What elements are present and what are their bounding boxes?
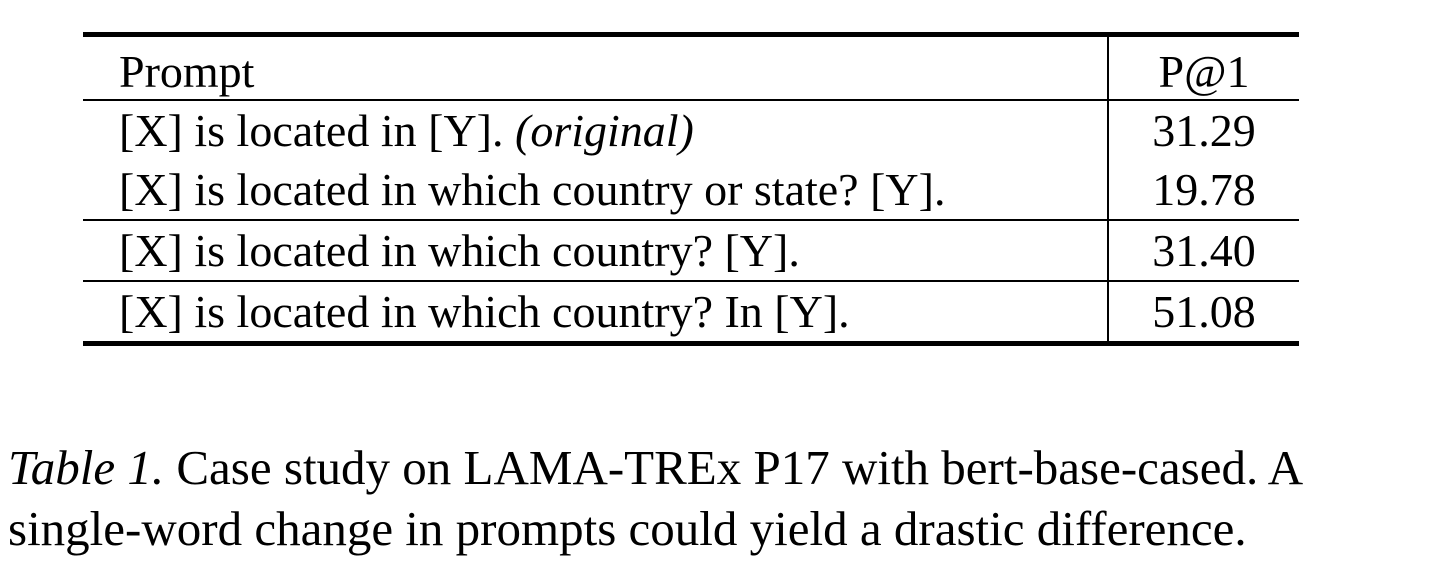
- table-row: [X] is located in which country? [Y]. 31…: [83, 220, 1299, 282]
- prompt-cell: [X] is located in which country? In [Y].: [83, 281, 1108, 344]
- table-caption: Table 1. Case study on LAMA-TREx P17 wit…: [8, 437, 1428, 559]
- prompt-text: [X] is located in which country? [Y].: [119, 224, 800, 276]
- prompt-cell: [X] is located in which country or state…: [83, 160, 1108, 221]
- prompt-cell: [X] is located in which country? [Y].: [83, 220, 1108, 282]
- results-table-container: Prompt P@1 [X] is located in [Y]. (origi…: [83, 32, 1299, 346]
- prompt-cell: [X] is located in [Y]. (original): [83, 100, 1108, 160]
- p-at-1-cell: 51.08: [1107, 281, 1299, 344]
- header-prompt: Prompt: [83, 34, 1108, 101]
- p-at-1-cell: 31.29: [1107, 100, 1299, 160]
- prompt-text: [X] is located in [Y].: [119, 104, 504, 156]
- p-at-1-cell: 31.40: [1107, 220, 1299, 282]
- prompt-text: [X] is located in which country? In [Y].: [119, 285, 850, 337]
- table-row: [X] is located in which country or state…: [83, 160, 1299, 221]
- table-row: [X] is located in [Y]. (original) 31.29: [83, 100, 1299, 160]
- p-at-1-cell: 19.78: [1107, 160, 1299, 221]
- table-header-row: Prompt P@1: [83, 34, 1299, 101]
- table-row: [X] is located in which country? In [Y].…: [83, 281, 1299, 344]
- header-p-at-1: P@1: [1107, 34, 1299, 101]
- prompt-text: [X] is located in which country or state…: [119, 163, 946, 215]
- caption-text: Case study on LAMA-TREx P17 with bert-ba…: [8, 440, 1301, 556]
- caption-label: Table 1.: [8, 440, 165, 495]
- prompt-note: (original): [515, 104, 694, 156]
- results-table: Prompt P@1 [X] is located in [Y]. (origi…: [83, 32, 1299, 346]
